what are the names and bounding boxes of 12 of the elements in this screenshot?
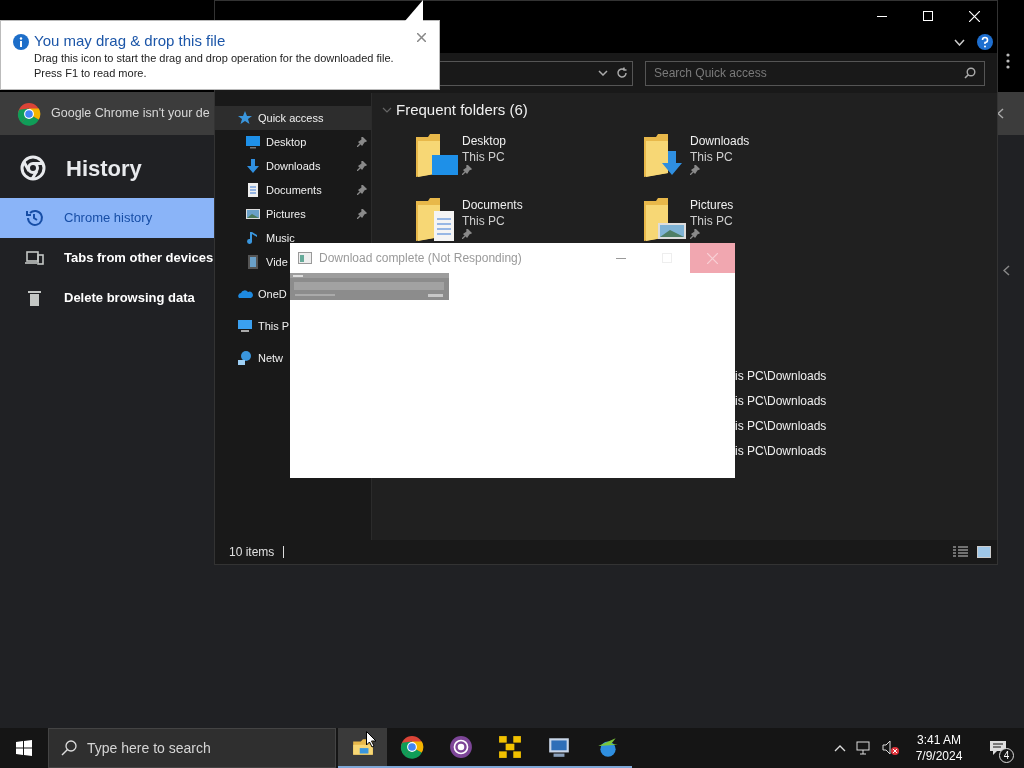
tooltip-text: Drag this icon to start the drag and drop operation for the downloaded file. [34,51,395,66]
file-path: is PC\Downloads [735,367,828,385]
file-path: is PC\Downloads [735,442,828,460]
status-text: 10 items [229,544,275,561]
page-title: History [66,154,142,183]
file-path: is PC\Downloads [735,417,828,435]
tooltip-title: You may drag & drop this file [34,31,226,51]
info-bar-text: Google Chrome isn't your de [51,105,210,123]
dialog-title: Download complete (Not Responding) [319,250,523,267]
tooltip-text: Press F1 to read more. [34,66,148,81]
file-path: is PC\Downloads [735,392,828,410]
notification-count: 4 [999,748,1014,763]
